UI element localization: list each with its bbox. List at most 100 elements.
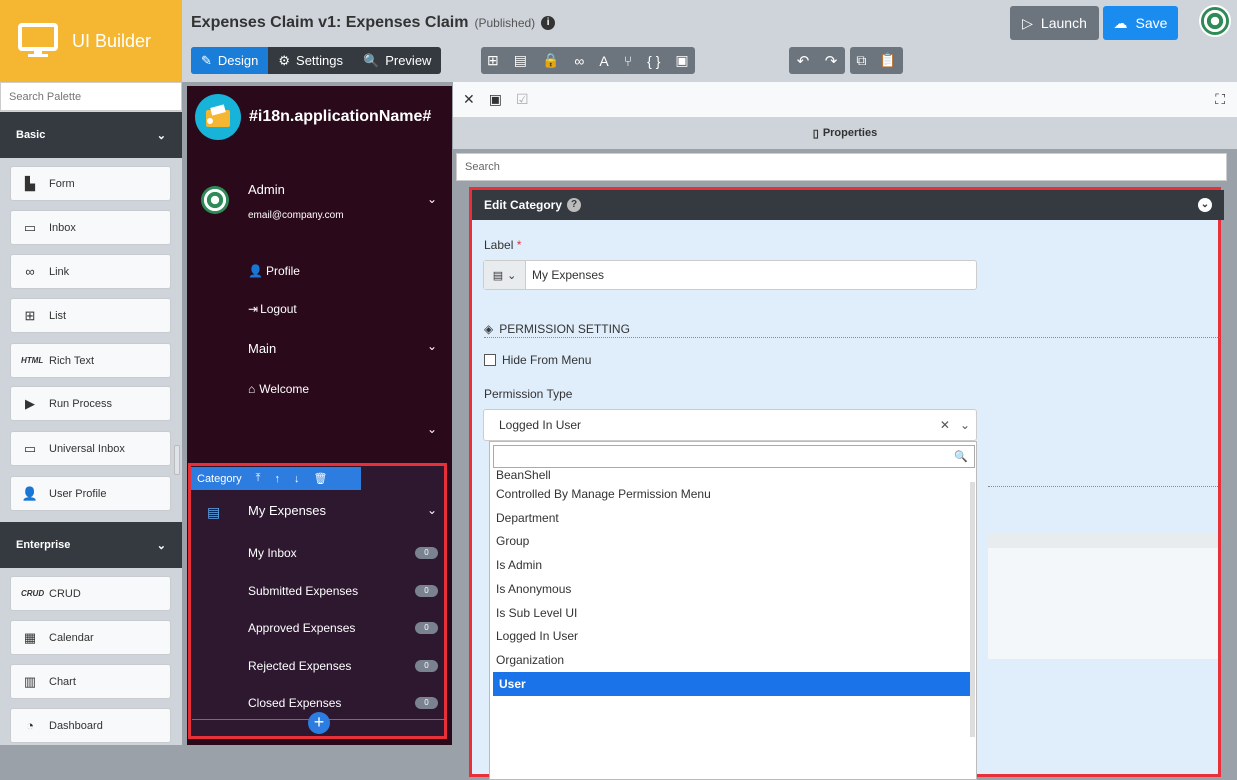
undo-icon[interactable]: ↶	[797, 52, 810, 70]
palette-item-dashboard[interactable]: ◔ Dashboard	[10, 708, 171, 743]
menu-item[interactable]: My Inbox	[248, 546, 297, 560]
close-icon[interactable]: ✕	[463, 91, 475, 108]
avatar[interactable]	[1199, 5, 1231, 37]
menu-item[interactable]: Approved Expenses	[248, 621, 355, 635]
palette-item-universal-inbox[interactable]: ▭ Universal Inbox	[10, 431, 171, 466]
welcome-label: Welcome	[259, 382, 310, 396]
permission-type-select[interactable]: Logged In User ✕ ⌄	[483, 409, 977, 441]
checkbox[interactable]	[484, 354, 496, 366]
dropdown-option[interactable]: Organization	[490, 648, 976, 672]
palette-section-basic[interactable]: Basic ⌄	[0, 112, 182, 158]
redo-icon[interactable]: ↷	[825, 52, 838, 70]
properties-search-input[interactable]: Search	[456, 153, 1227, 181]
menu-item[interactable]: Closed Expenses	[248, 696, 341, 710]
profile-label: Profile	[265, 264, 300, 278]
dropdown-option[interactable]: Is Anonymous	[490, 577, 976, 601]
tree-icon[interactable]: ⊞	[487, 52, 499, 69]
palette-item-calendar[interactable]: ▦ Calendar	[10, 620, 171, 655]
trash-icon[interactable]: 🗑	[314, 472, 328, 485]
dropdown-option[interactable]: Department	[490, 506, 976, 530]
palette-item-form[interactable]: ▙ Form	[10, 166, 171, 201]
dropdown-option[interactable]: Group	[490, 529, 976, 553]
save-button[interactable]: ☁ Save	[1103, 6, 1178, 40]
clear-icon[interactable]: ✕	[940, 418, 950, 432]
palette-item-label: Run Process	[49, 397, 112, 410]
profile-link[interactable]: 👤 Profile	[248, 264, 300, 278]
dropdown-scrollbar[interactable]	[970, 482, 975, 737]
hide-from-menu-checkbox[interactable]: Hide From Menu	[484, 353, 591, 367]
properties-icon[interactable]: ▤	[514, 52, 527, 69]
code-icon[interactable]: { }	[647, 53, 660, 69]
dropdown-search-input[interactable]: 🔍	[493, 445, 975, 468]
monitor-icon	[18, 23, 58, 57]
dropdown-option[interactable]: BeanShell	[490, 468, 976, 482]
tab-settings-label: Settings	[296, 53, 344, 68]
count-badge: 0	[415, 622, 438, 634]
palette-item-label: List	[49, 309, 67, 322]
chevron-down-icon[interactable]: ⌄	[960, 418, 970, 432]
add-menu-button[interactable]: +	[308, 712, 330, 734]
palette-item-chart[interactable]: ▥ Chart	[10, 664, 171, 699]
lock-icon[interactable]: 🔒	[542, 52, 559, 69]
tab-design[interactable]: ✎ Design	[191, 47, 269, 74]
chevron-down-icon[interactable]: ⌄	[427, 339, 437, 353]
info-icon[interactable]: i	[541, 16, 556, 30]
copy-icon[interactable]: ⧉	[856, 52, 866, 69]
palette-item-crud[interactable]: CRUD CRUD	[10, 576, 171, 611]
design-icon: ✎	[201, 52, 212, 68]
palette-section-enterprise[interactable]: Enterprise ⌄	[0, 522, 182, 568]
move-top-icon[interactable]: ⤒	[256, 472, 261, 485]
sidebar-splitter[interactable]	[174, 445, 180, 475]
form-icon[interactable]: ▣	[489, 91, 502, 108]
binoculars-icon[interactable]: ∞	[574, 53, 584, 69]
edit-category-header[interactable]: Edit Category ? ⌄	[472, 190, 1224, 220]
chevron-down-icon[interactable]: ⌄	[427, 422, 437, 436]
palette-item-link[interactable]: ∞ Link	[10, 254, 171, 289]
dropdown-option[interactable]: Logged In User	[490, 624, 976, 648]
help-icon[interactable]: ?	[567, 198, 582, 212]
dropdown-option[interactable]: Is Admin	[490, 553, 976, 577]
palette-item-list[interactable]: ⊞ List	[10, 298, 171, 333]
dropdown-option[interactable]: Is Sub Level UI	[490, 601, 976, 625]
list-icon: ⊞	[24, 307, 36, 323]
welcome-link[interactable]: ⌂ Welcome	[248, 382, 309, 396]
chevron-down-icon[interactable]: ⌄	[427, 192, 437, 206]
i18n-icon[interactable]: A	[599, 53, 608, 69]
wallet-icon	[195, 94, 241, 140]
dropdown-option-selected[interactable]: User	[493, 672, 975, 696]
palette-item-rich-text[interactable]: HTML Rich Text	[10, 343, 171, 378]
palette-item-run-process[interactable]: ▶ Run Process	[10, 386, 171, 421]
camera-icon[interactable]: ▣	[675, 52, 688, 69]
paste-icon[interactable]: 📋	[879, 52, 896, 69]
logout-link[interactable]: ⇥ Logout	[248, 302, 297, 316]
icon-picker[interactable]: ▤ ⌄	[484, 261, 526, 289]
palette-search-input[interactable]	[0, 82, 182, 111]
move-down-icon[interactable]: ↓	[294, 473, 300, 485]
chevron-circle-icon[interactable]: ⌄	[1198, 198, 1212, 212]
tab-settings[interactable]: ⚙ Settings	[268, 47, 353, 74]
permission-type-dropdown: 🔍 BeanShell Controlled By Manage Permiss…	[489, 441, 977, 780]
palette-item-user-profile[interactable]: 👤 User Profile	[10, 476, 171, 511]
user-name: Admin	[248, 182, 285, 197]
label-input[interactable]: ▤ ⌄ My Expenses	[483, 260, 977, 290]
fullscreen-icon[interactable]: ⛶	[1215, 91, 1225, 108]
app-title-text: Expenses Claim v1: Expenses Claim	[191, 14, 469, 31]
chevron-down-icon[interactable]: ⌄	[427, 503, 437, 517]
palette-sidebar: Basic ⌄ ▙ Form ▭ Inbox ∞ Link ⊞ List HTML Ric…	[0, 82, 182, 745]
move-up-icon[interactable]: ↑	[275, 473, 281, 485]
properties-title-label: Properties	[822, 127, 878, 139]
menu-item[interactable]: Rejected Expenses	[248, 659, 351, 673]
branch-icon[interactable]: ⑂	[624, 53, 632, 69]
permission-type-value: Logged In User	[499, 418, 582, 432]
check-icon[interactable]: ☑	[516, 91, 529, 108]
palette-item-inbox[interactable]: ▭ Inbox	[10, 210, 171, 245]
main-category[interactable]: Main	[248, 341, 276, 356]
category-title[interactable]: My Expenses	[248, 503, 326, 518]
menu-item[interactable]: Submitted Expenses	[248, 584, 358, 598]
palette-item-label: Dashboard	[49, 719, 103, 732]
document-icon: ▯	[812, 127, 819, 140]
dropdown-option[interactable]: Controlled By Manage Permission Menu	[490, 482, 976, 506]
tab-preview[interactable]: 🔍 Preview	[353, 47, 441, 74]
brand-name: #i18n.applicationName#	[249, 108, 432, 125]
launch-button[interactable]: ▷ Launch	[1010, 6, 1099, 40]
